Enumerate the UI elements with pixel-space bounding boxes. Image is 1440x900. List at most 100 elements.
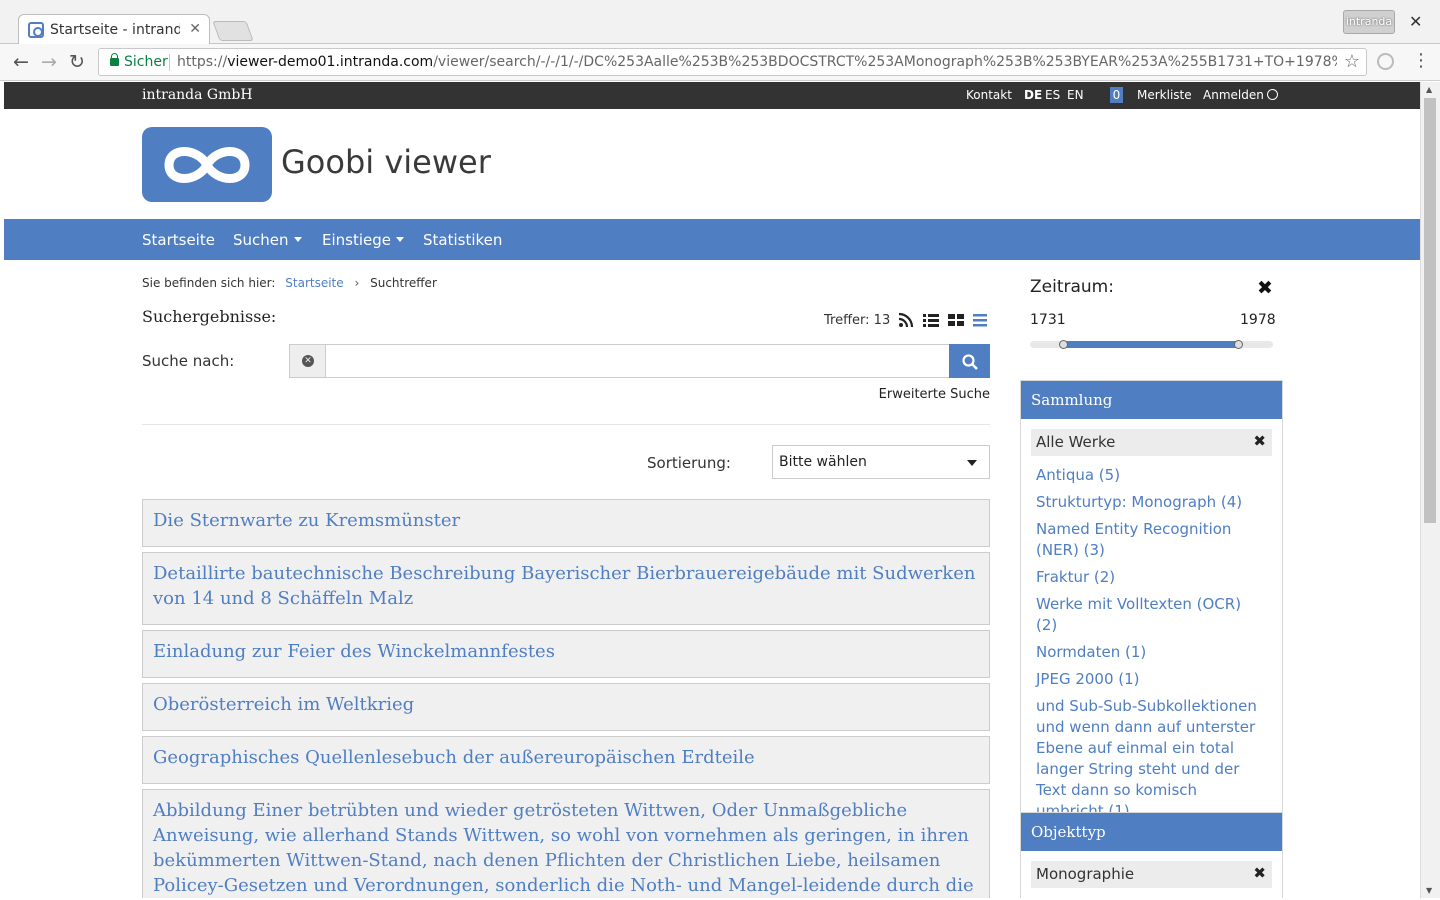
contact-link[interactable]: Kontakt — [966, 88, 1012, 102]
browser-toolbar: ← → ↻ Sicher https://viewer-demo01.intra… — [0, 44, 1440, 81]
facet-selected: Alle Werke ✖ — [1031, 429, 1272, 456]
result-item[interactable]: Einladung zur Feier des Winckelmannfeste… — [142, 630, 990, 678]
search-input[interactable] — [326, 344, 950, 378]
timerange-min: 1731 — [1030, 312, 1066, 328]
divider — [142, 424, 990, 425]
compact-view-icon[interactable] — [972, 312, 988, 328]
breadcrumb: Sie befinden sich hier: Startseite › Suc… — [142, 276, 437, 290]
back-arrow-icon[interactable]: ← — [13, 52, 29, 72]
nav-item-statistiken[interactable]: Statistiken — [423, 231, 502, 249]
new-tab-button[interactable] — [212, 21, 254, 41]
forward-arrow-icon[interactable]: → — [41, 52, 57, 72]
lock-icon — [110, 53, 119, 66]
result-item[interactable]: Oberösterreich im Weltkrieg — [142, 683, 990, 731]
slider-handle-low[interactable] — [1059, 340, 1069, 349]
facet-item[interactable]: Normdaten (1) — [1031, 639, 1272, 666]
extension-icon[interactable] — [1377, 53, 1394, 70]
url-text[interactable]: https://viewer-demo01.intranda.com/viewe… — [177, 54, 1337, 70]
facet-collection: Sammlung Alle Werke ✖ Antiqua (5) Strukt… — [1020, 380, 1283, 838]
search-label: Suche nach: — [142, 352, 235, 370]
url-host: viewer-demo01.intranda.com — [227, 54, 434, 70]
facet-body: Alle Werke ✖ Antiqua (5) Strukturtyp: Mo… — [1021, 419, 1282, 837]
bookmark-star-icon[interactable]: ☆ — [1344, 51, 1360, 72]
advanced-search-link[interactable]: Erweiterte Suche — [879, 387, 990, 402]
facet-title: Objekttyp — [1021, 813, 1282, 851]
breadcrumb-label: Sie befinden sich hier: — [142, 276, 276, 290]
reload-icon[interactable]: ↻ — [69, 52, 85, 72]
facet-selected-label: Monographie — [1036, 865, 1135, 883]
close-icon[interactable]: ✖ — [1257, 277, 1273, 299]
infinity-icon — [164, 147, 250, 183]
slider-range — [1064, 341, 1239, 348]
sort-label: Sortierung: — [647, 454, 731, 472]
page-viewport: intranda GmbH Kontakt DE ES EN 0 Merklis… — [4, 82, 1420, 898]
result-item[interactable]: Geographisches Quellenlesebuch der außer… — [142, 736, 990, 784]
caret-down-icon — [293, 237, 302, 242]
search-icon — [962, 354, 978, 370]
divider — [169, 54, 170, 71]
window-close-icon[interactable]: ✕ — [1409, 12, 1422, 31]
result-item[interactable]: Die Sternwarte zu Kremsmünster — [142, 499, 990, 547]
breadcrumb-home[interactable]: Startseite — [285, 276, 343, 290]
site-title[interactable]: Goobi viewer — [281, 143, 491, 181]
favicon-icon — [28, 22, 44, 38]
scroll-up-icon[interactable]: ▲ — [1426, 85, 1432, 94]
grid-view-icon[interactable] — [948, 312, 964, 328]
bookmark-count-badge: 0 — [1110, 87, 1123, 103]
list-view-icon[interactable] — [923, 312, 939, 328]
scroll-down-icon[interactable]: ▼ — [1426, 886, 1432, 895]
hit-count: Treffer: 13 — [824, 313, 891, 328]
nav-item-suchen[interactable]: Suchen — [233, 231, 302, 249]
nav-label: Suchen — [233, 231, 289, 249]
rss-icon[interactable] — [898, 312, 914, 328]
org-name: intranda GmbH — [142, 87, 253, 103]
url-path: /viewer/search/-/-/1/-/DC%253Aalle%253B%… — [433, 54, 1337, 70]
slider-handle-high[interactable] — [1233, 340, 1243, 349]
login-link[interactable]: Anmelden — [1203, 88, 1278, 102]
search-clear-button[interactable]: ✕ — [289, 344, 326, 378]
caret-down-icon — [396, 237, 404, 242]
browser-tab[interactable]: Startseite - intranda ✕ — [18, 14, 210, 45]
facet-item[interactable]: Fraktur (2) — [1031, 564, 1272, 591]
scrollbar-thumb[interactable] — [1424, 98, 1436, 523]
nav-item-startseite[interactable]: Startseite — [142, 231, 215, 249]
tab-title: Startseite - intranda — [50, 22, 180, 38]
facet-item[interactable]: Werke mit Volltexten (OCR) (2) — [1031, 591, 1272, 639]
facet-item[interactable]: Named Entity Recognition (NER) (3) — [1031, 516, 1272, 564]
close-icon[interactable]: ✕ — [189, 21, 201, 37]
top-bar: intranda GmbH Kontakt DE ES EN 0 Merklis… — [4, 82, 1420, 109]
result-item[interactable]: Abbildung Einer betrübten und wieder get… — [142, 789, 990, 898]
result-item[interactable]: Detaillirte bautechnische Beschreibung B… — [142, 552, 990, 625]
url-scheme: https:// — [177, 54, 228, 70]
nav-label: Einstiege — [322, 231, 391, 249]
facet-body: Monographie ✖ — [1021, 851, 1282, 898]
clear-circle-icon: ✕ — [302, 355, 314, 367]
facet-item[interactable]: Antiqua (5) — [1031, 462, 1272, 489]
address-bar[interactable]: Sicher https://viewer-demo01.intranda.co… — [98, 48, 1367, 76]
timerange-slider[interactable] — [1030, 340, 1273, 349]
facet-item[interactable]: Strukturtyp: Monograph (4) — [1031, 489, 1272, 516]
user-icon — [1266, 89, 1278, 100]
lang-en[interactable]: EN — [1067, 88, 1084, 102]
bookmarks-link[interactable]: Merkliste — [1137, 88, 1192, 102]
facet-title: Sammlung — [1021, 381, 1282, 419]
timerange-title: Zeitraum: — [1030, 277, 1114, 297]
scrollbar[interactable]: ▲ ▼ — [1420, 82, 1440, 898]
breadcrumb-current: Suchtreffer — [370, 276, 437, 290]
dropdown-arrow-icon — [967, 460, 977, 466]
remove-icon[interactable]: ✖ — [1253, 864, 1266, 882]
profile-button[interactable]: intranda — [1343, 10, 1395, 34]
sort-select[interactable]: Bitte wählen — [772, 445, 990, 479]
search-button[interactable] — [949, 344, 990, 378]
facet-item[interactable]: JPEG 2000 (1) — [1031, 666, 1272, 693]
remove-icon[interactable]: ✖ — [1253, 432, 1266, 450]
timerange-max: 1978 — [1240, 312, 1276, 328]
site-logo[interactable] — [142, 127, 272, 202]
lang-es[interactable]: ES — [1045, 88, 1060, 102]
nav-item-einstiege[interactable]: Einstiege — [322, 231, 404, 249]
browser-menu-icon[interactable]: ⋮ — [1412, 51, 1430, 71]
main-nav: Startseite Suchen Einstiege Statistiken — [4, 219, 1420, 260]
facet-item[interactable]: und Sub-Sub-Subkollektionen und wenn dan… — [1031, 693, 1272, 825]
lang-de[interactable]: DE — [1024, 88, 1042, 102]
results-title: Suchergebnisse: — [142, 307, 277, 326]
